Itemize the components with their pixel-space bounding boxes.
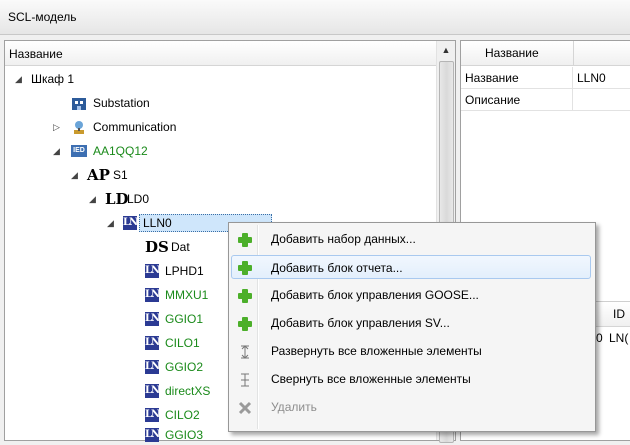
- tree-node-label: Шкаф 1: [31, 72, 75, 86]
- tree-node-label: directXS: [165, 384, 211, 398]
- add-icon: [237, 232, 253, 248]
- tree-node-access-point[interactable]: ◢ AP S1: [5, 165, 425, 185]
- logical-node-icon: LN: [145, 428, 160, 442]
- menu-item-label: Добавить блок управления SV...: [271, 316, 450, 330]
- add-icon: [237, 288, 253, 304]
- menu-item-collapse-all[interactable]: Свернуть все вложенные элементы: [231, 367, 591, 391]
- tree-node-label: GGIO1: [165, 312, 204, 326]
- property-value[interactable]: LLN0: [573, 67, 630, 89]
- tree-node-label: GGIO3: [165, 428, 204, 442]
- properties-header: Название: [461, 41, 630, 66]
- properties-header-cell[interactable]: Название: [461, 41, 574, 65]
- tree-node-label: LD0: [127, 192, 150, 206]
- tree-node-label: CILO1: [165, 336, 200, 350]
- menu-item-label: Добавить блок отчета...: [271, 261, 403, 275]
- menu-item-label: Удалить: [271, 400, 317, 414]
- menu-item-label: Свернуть все вложенные элементы: [271, 372, 471, 386]
- delete-icon: [237, 400, 253, 416]
- logical-node-icon: LN: [123, 216, 138, 230]
- tree-node-label: S1: [113, 168, 128, 182]
- tree-node-ied[interactable]: ◢ IED AA1QQ12: [5, 141, 425, 161]
- logical-device-icon: LD: [105, 190, 129, 208]
- lower-grid-cell[interactable]: LN(: [609, 331, 628, 345]
- logical-node-icon: LN: [145, 336, 160, 350]
- tree-column-header[interactable]: Название: [5, 41, 437, 66]
- scroll-up-icon[interactable]: ▲: [437, 41, 455, 59]
- tree-node-substation[interactable]: Substation: [5, 93, 425, 113]
- ied-icon: IED: [71, 145, 87, 157]
- tree-node-communication[interactable]: ▷ Communication: [5, 117, 425, 137]
- lower-grid-cell-prefix: 0: [596, 331, 603, 345]
- tree-node-label: Substation: [93, 96, 150, 110]
- dataset-icon: DS: [145, 238, 169, 256]
- expanded-arrow-icon[interactable]: ◢: [107, 213, 114, 233]
- collapsed-arrow-icon[interactable]: ▷: [53, 117, 60, 137]
- menu-item-add-report-block[interactable]: Добавить блок отчета...: [231, 255, 591, 279]
- substation-icon: [71, 96, 87, 118]
- add-icon: [237, 316, 253, 332]
- tree-node-label: MMXU1: [165, 288, 209, 302]
- tree-node-label: Dat: [171, 240, 190, 254]
- tree-column-header-label: Название: [9, 47, 63, 61]
- menu-item-add-goose-block[interactable]: Добавить блок управления GOOSE...: [231, 283, 591, 307]
- tree-node-label: CILO2: [165, 408, 200, 422]
- context-menu: Добавить набор данных... Добавить блок о…: [228, 222, 596, 432]
- menu-item-add-dataset[interactable]: Добавить набор данных...: [231, 227, 591, 251]
- logical-node-icon: LN: [145, 312, 160, 326]
- logical-node-icon: LN: [145, 264, 160, 278]
- menu-item-expand-all[interactable]: Развернуть все вложенные элементы: [231, 339, 591, 363]
- access-point-icon: AP: [87, 166, 110, 184]
- collapse-all-icon: [237, 372, 253, 388]
- tree-node-label: Communication: [93, 120, 177, 134]
- menu-item-label: Добавить набор данных...: [271, 232, 416, 246]
- expanded-arrow-icon[interactable]: ◢: [53, 141, 60, 161]
- window-titlebar: SCL-модель: [0, 0, 630, 35]
- menu-item-add-sv-block[interactable]: Добавить блок управления SV...: [231, 311, 591, 335]
- tree-node-label: LPHD1: [165, 264, 204, 278]
- property-name: Название: [461, 67, 573, 89]
- properties-header-label: Название: [485, 46, 539, 60]
- window-title: SCL-модель: [8, 10, 77, 24]
- property-name: Описание: [461, 89, 573, 111]
- logical-node-icon: LN: [145, 360, 160, 374]
- menu-item-delete[interactable]: Удалить: [231, 395, 591, 419]
- expand-all-icon: [237, 344, 253, 360]
- menu-item-label: Развернуть все вложенные элементы: [271, 344, 482, 358]
- logical-node-icon: LN: [145, 408, 160, 422]
- expanded-arrow-icon[interactable]: ◢: [15, 69, 22, 89]
- expanded-arrow-icon[interactable]: ◢: [89, 189, 96, 209]
- lower-grid-col-label: ID: [613, 307, 625, 321]
- add-icon: [237, 260, 253, 276]
- communication-icon: [71, 120, 87, 142]
- expanded-arrow-icon[interactable]: ◢: [71, 165, 78, 185]
- logical-node-icon: LN: [145, 288, 160, 302]
- menu-item-label: Добавить блок управления GOOSE...: [271, 288, 479, 302]
- logical-node-icon: LN: [145, 384, 160, 398]
- property-value[interactable]: [573, 89, 630, 111]
- tree-node-label: GGIO2: [165, 360, 204, 374]
- tree-node-logical-device[interactable]: ◢ LD LD0: [5, 189, 425, 209]
- tree-node-label: AA1QQ12: [93, 144, 148, 158]
- tree-node-cabinet[interactable]: ◢ Шкаф 1: [5, 69, 425, 89]
